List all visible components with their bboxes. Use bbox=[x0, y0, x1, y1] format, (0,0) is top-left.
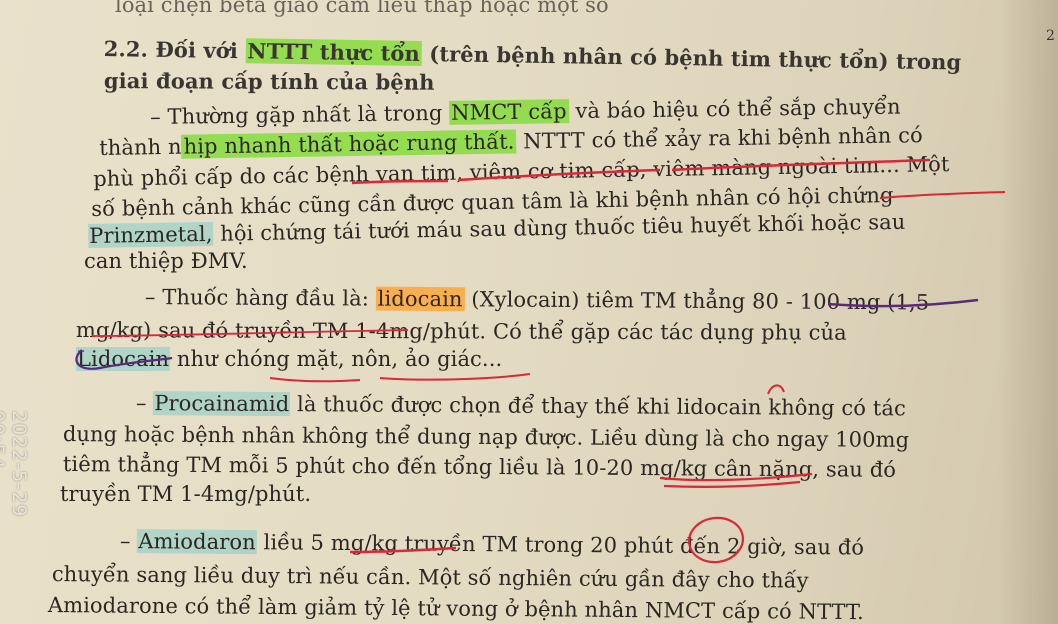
text-segment: 2.2. Đối với bbox=[103, 36, 246, 64]
text-segment: Prinzmetal, bbox=[88, 221, 214, 248]
text-line-0: loại chẹn beta giao cảm liều thấp hoặc m… bbox=[115, 0, 609, 18]
text-segment: – Thường gặp nhất là trong bbox=[150, 100, 450, 129]
text-line-15: truyền TM 1-4mg/phút. bbox=[60, 481, 311, 507]
text-segment: tiêm thẳng TM mỗi 5 phút cho đến tổng li… bbox=[62, 451, 897, 482]
text-segment: Amiodarone có thể làm giảm tỷ lệ tử vong… bbox=[47, 592, 864, 624]
text-segment: thành n bbox=[99, 134, 182, 160]
text-segment: (Xylocain) tiêm TM thẳng 80 - 100 mg (1,… bbox=[464, 287, 930, 315]
text-line-11: Lidocain như chóng mặt, nôn, ảo giác... bbox=[76, 346, 502, 372]
text-segment: giai đoạn cấp tính của bệnh bbox=[103, 68, 435, 95]
text-segment: như chóng mặt, nôn, ảo giác... bbox=[170, 347, 503, 371]
text-segment: dụng hoặc bệnh nhân không thể dung nạp đ… bbox=[62, 421, 910, 452]
text-line-14: tiêm thẳng TM mỗi 5 phút cho đến tổng li… bbox=[63, 451, 896, 483]
text-segment: NTTT thực tổn bbox=[245, 38, 423, 66]
text-segment: (trên bệnh nhân có bệnh tim thực tổn) tr… bbox=[421, 40, 962, 75]
text-line-10: mg/kg) sau đó truyền TM 1-4mg/phút. Có t… bbox=[76, 317, 847, 346]
text-line-13: dụng hoặc bệnh nhân không thể dung nạp đ… bbox=[63, 421, 909, 453]
text-line-9: – Thuốc hàng đầu là: lidocain (Xylocain)… bbox=[145, 284, 929, 315]
text-segment: lidocain bbox=[375, 286, 465, 312]
page-number: 2 bbox=[1046, 28, 1055, 44]
red-underline-side-effects bbox=[269, 373, 531, 383]
text-segment: liều 5 mg/kg truyền TM trong 20 phút đến… bbox=[256, 530, 865, 560]
text-segment: và báo hiệu có thể sắp chuyển bbox=[568, 94, 901, 124]
text-line-18: Amiodarone có thể làm giảm tỷ lệ tử vong… bbox=[48, 592, 864, 624]
text-segment: Amiodaron bbox=[137, 529, 257, 555]
text-segment: loại chẹn beta giao cảm liều thấp hoặc m… bbox=[115, 0, 609, 17]
text-line-8: can thiệp ĐMV. bbox=[84, 248, 248, 274]
text-line-12: – Procainamid là thuốc được chọn để thay… bbox=[136, 390, 906, 421]
text-segment: chuyển sang liều duy trì nếu cần. Một số… bbox=[51, 561, 809, 593]
section-heading-line-2: giai đoạn cấp tính của bệnh bbox=[104, 68, 435, 96]
text-segment: can thiệp ĐMV. bbox=[84, 249, 248, 273]
text-line-16: – Amiodaron liều 5 mg/kg truyền TM trong… bbox=[120, 528, 864, 560]
photo-timestamp: 2022-5-29 00:54 bbox=[0, 410, 30, 518]
text-segment: mg/kg) sau đó truyền TM 1-4mg/phút. Có t… bbox=[75, 318, 847, 345]
text-segment: NTTT có thể xảy ra khi bệnh nhân có bbox=[516, 123, 923, 154]
red-mark-lidocain bbox=[767, 384, 785, 395]
text-segment: Lidocain bbox=[76, 347, 171, 371]
red-underline-hoi-chung bbox=[879, 191, 1006, 199]
text-segment: – bbox=[119, 528, 138, 554]
text-segment: hịp nhanh thất hoặc rung thất. bbox=[181, 129, 517, 159]
text-line-17: chuyển sang liều duy trì nếu cần. Một số… bbox=[52, 561, 809, 594]
text-segment: – Thuốc hàng đầu là: bbox=[144, 284, 376, 311]
text-segment: là thuốc được chọn để thay thế khi lidoc… bbox=[290, 392, 906, 421]
text-segment: – bbox=[135, 390, 154, 416]
text-segment: Procainamid bbox=[153, 391, 291, 417]
text-segment: truyền TM 1-4mg/phút. bbox=[60, 482, 312, 506]
book-page-photo: 2 loại chẹn beta giao cảm liều thấp hoặc… bbox=[0, 0, 1058, 624]
text-segment: NMCT cấp bbox=[449, 99, 569, 125]
